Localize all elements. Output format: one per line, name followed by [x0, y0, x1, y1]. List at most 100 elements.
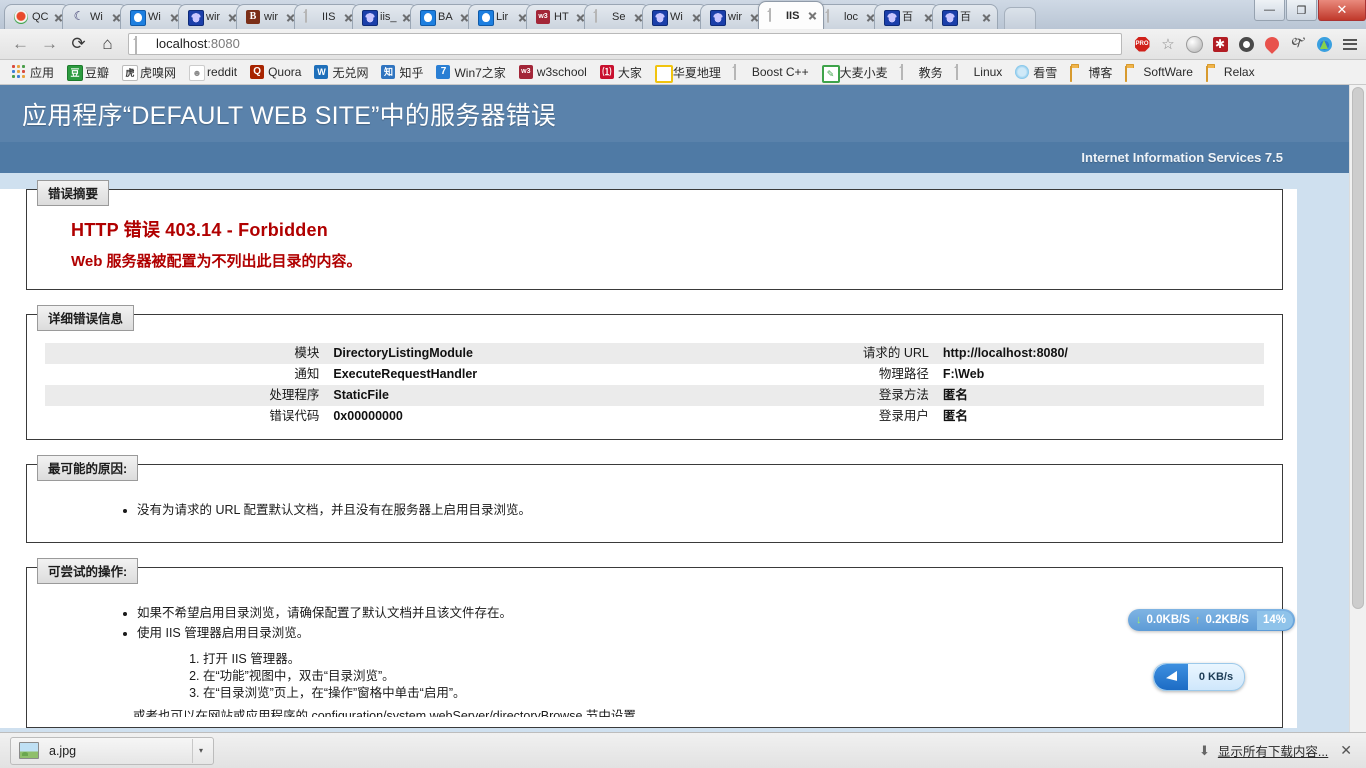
bookmark-folder-relax[interactable]: Relax	[1200, 62, 1261, 82]
mountain-icon[interactable]	[1314, 34, 1334, 54]
things-to-try-steps: 打开 IIS 管理器。 在“功能”视图中，双击“目录浏览”。 在“目录浏览”页上…	[45, 651, 1264, 702]
restore-button[interactable]: ❐	[1286, 0, 1317, 21]
tab-close-icon[interactable]	[980, 11, 993, 24]
bookmark-jiaowu[interactable]: 教务	[895, 62, 949, 82]
blue-globe-icon	[130, 10, 144, 24]
bookmark-apps[interactable]: 应用	[6, 62, 60, 82]
upload-speed-value: 0.2KB/S	[1206, 614, 1249, 626]
browser-tab[interactable]: Se	[584, 4, 650, 29]
bookmark-wudui[interactable]: W 无兑网	[308, 62, 374, 82]
close-downloads-bar-button[interactable]: ✕	[1336, 742, 1356, 759]
detail-key: 通知	[45, 364, 325, 385]
blue-globe-icon	[420, 10, 434, 24]
likely-causes-list: 没有为请求的 URL 配置默认文档，并且没有在服务器上启用目录浏览。	[45, 501, 1264, 520]
moon-icon: ☾	[72, 10, 86, 24]
globe-icon[interactable]	[1184, 34, 1204, 54]
reddit-icon: ☻	[189, 65, 203, 79]
browser-tab[interactable]: loc	[816, 4, 882, 29]
tab-label: Lir	[496, 10, 516, 24]
vertical-scrollbar[interactable]	[1349, 85, 1366, 732]
new-tab-button[interactable]	[1004, 7, 1036, 29]
things-to-try-trailing-text: 或者也可以在网站或应用程序的 configuration/system.webS…	[45, 708, 1264, 717]
bookmark-quora[interactable]: Q Quora	[244, 62, 307, 82]
browser-tab[interactable]: B wir	[236, 4, 302, 29]
tab-label: Se	[612, 10, 632, 24]
zhihu-icon: 知	[381, 65, 395, 79]
tab-close-icon[interactable]	[806, 9, 819, 22]
red-blob-icon[interactable]	[1262, 34, 1282, 54]
browser-tab[interactable]: wir	[700, 4, 766, 29]
scrollbar-thumb[interactable]	[1352, 87, 1364, 609]
home-button[interactable]: ⌂	[93, 31, 122, 57]
detail-value: http://localhost:8080/	[935, 343, 1264, 364]
browser-tab[interactable]: wir	[178, 4, 244, 29]
tab-label: BA	[438, 10, 458, 24]
bookmark-huxiu[interactable]: 虎 虎嗅网	[116, 62, 182, 82]
bookmark-label: 应用	[30, 64, 54, 81]
browser-tab[interactable]: Wi	[120, 4, 186, 29]
detail-value: DirectoryListingModule	[325, 343, 654, 364]
browser-tab[interactable]: Wi	[642, 4, 708, 29]
script-extension-icon[interactable]: 🙰	[1288, 34, 1308, 54]
download-item[interactable]: a.jpg ▾	[10, 737, 214, 765]
page-header: 应用程序“DEFAULT WEB SITE”中的服务器错误	[0, 85, 1349, 142]
arrow-up-icon: ↑	[1195, 614, 1201, 626]
minimize-button[interactable]: —	[1254, 0, 1285, 21]
bookmark-star-icon[interactable]: ☆	[1158, 34, 1178, 54]
bookmark-win7[interactable]: 7 Win7之家	[430, 62, 511, 82]
download-menu-caret-icon[interactable]: ▾	[192, 739, 209, 763]
browser-tab[interactable]: ☾ Wi	[62, 4, 128, 29]
back-button[interactable]: ←	[6, 31, 35, 57]
bookmark-huaxia[interactable]: 华夏地理	[649, 62, 727, 82]
bookmark-linux[interactable]: Linux	[950, 62, 1009, 82]
tab-label: iis_	[380, 10, 400, 24]
likely-causes-section: 最可能的原因: 没有为请求的 URL 配置默认文档，并且没有在服务器上启用目录浏…	[26, 464, 1283, 543]
bookmark-folder-software[interactable]: SoftWare	[1119, 62, 1199, 82]
reload-button[interactable]: ⟳	[64, 31, 93, 57]
bookmark-zhihu[interactable]: 知 知乎	[375, 62, 429, 82]
bookmark-folder-blog[interactable]: 博客	[1064, 62, 1118, 82]
browser-window: QC ☾ Wi Wi wir B wir IIS	[0, 0, 1366, 768]
window-controls: — ❐ ✕	[1253, 0, 1366, 22]
qc-icon	[14, 10, 28, 24]
bookmark-kanxue[interactable]: 看雪	[1009, 62, 1063, 82]
browser-tab[interactable]: 百	[874, 4, 940, 29]
browser-tab[interactable]: Lir	[468, 4, 534, 29]
detail-key: 错误代码	[45, 406, 325, 427]
table-row: 登录方法 匿名	[655, 385, 1265, 406]
detail-value: 匿名	[935, 385, 1264, 406]
steering-wheel-icon[interactable]	[1236, 34, 1256, 54]
bookmark-boost[interactable]: Boost C++	[728, 62, 815, 82]
page-body: 错误摘要 HTTP 错误 403.14 - Forbidden Web 服务器被…	[0, 189, 1297, 728]
things-to-try-body: 如果不希望启用目录浏览，请确保配置了默认文档并且该文件存在。 使用 IIS 管理…	[27, 604, 1282, 717]
download-arrow-icon: ⬇	[1199, 743, 1210, 759]
bookmark-damaixiaomai[interactable]: ✎ 大麦小麦	[816, 62, 894, 82]
bookmark-w3school[interactable]: w3 w3school	[513, 62, 593, 82]
browser-tab[interactable]: 百	[932, 4, 998, 29]
browser-tab-active[interactable]: IIS	[758, 1, 824, 29]
page-icon	[304, 10, 318, 24]
list-item: 使用 IIS 管理器启用目录浏览。	[137, 624, 1264, 643]
bookmark-douban[interactable]: 豆 豆瓣	[61, 62, 115, 82]
forward-button[interactable]: →	[35, 31, 64, 57]
address-bar[interactable]: localhost:8080	[128, 33, 1122, 55]
network-speed-widget[interactable]: ↓ 0.0KB/S ↑ 0.2KB/S 14%	[1128, 609, 1295, 631]
bookmark-label: w3school	[537, 65, 587, 79]
browser-tab[interactable]: BA	[410, 4, 476, 29]
likely-causes-body: 没有为请求的 URL 配置默认文档，并且没有在服务器上启用目录浏览。	[27, 501, 1282, 520]
bookmark-reddit[interactable]: ☻ reddit	[183, 62, 243, 82]
browser-tab[interactable]: IIS	[294, 4, 360, 29]
menu-icon[interactable]	[1340, 34, 1360, 54]
download-speed-value: 0.0KB/S	[1147, 614, 1190, 626]
browser-tab[interactable]: w3 HT	[526, 4, 592, 29]
bookmark-dajia[interactable]: ⑴ 大家	[594, 62, 648, 82]
thunder-download-widget[interactable]: 0 KB/s	[1153, 663, 1245, 691]
tab-label: QC	[32, 10, 52, 24]
browser-tab[interactable]: QC	[4, 4, 70, 29]
browser-tab[interactable]: iis_	[352, 4, 418, 29]
close-button[interactable]: ✕	[1318, 0, 1366, 21]
asterisk-extension-icon[interactable]: ✱	[1210, 34, 1230, 54]
adblock-icon[interactable]: PRO	[1132, 34, 1152, 54]
show-all-downloads-link[interactable]: 显示所有下载内容...	[1218, 741, 1328, 760]
tab-label: 百	[960, 10, 980, 24]
